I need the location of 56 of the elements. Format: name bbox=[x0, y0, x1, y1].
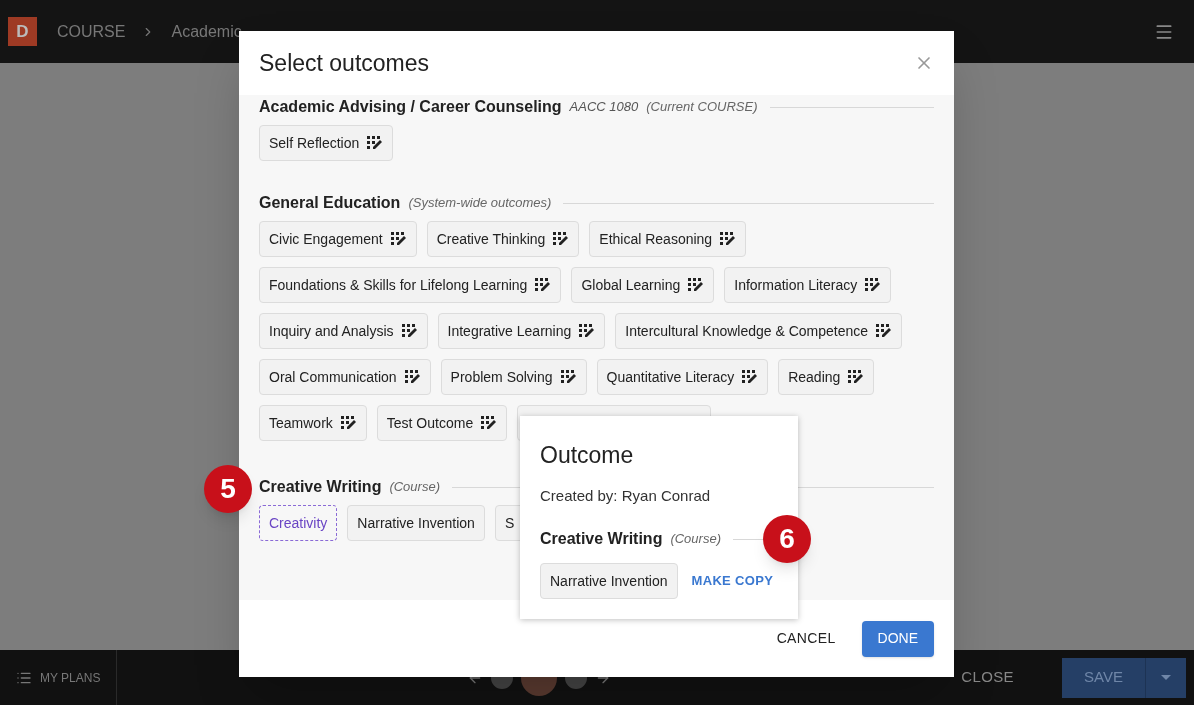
section-title: General Education bbox=[259, 193, 401, 213]
rubric-icon bbox=[560, 370, 577, 384]
rubric-icon bbox=[340, 416, 357, 430]
outcome-chip[interactable]: Self Reflection bbox=[259, 125, 394, 161]
outcome-chip[interactable]: Reading bbox=[778, 359, 875, 395]
section-note: (Course) bbox=[389, 478, 440, 497]
rubric-icon bbox=[481, 416, 498, 430]
rubric-icon bbox=[401, 324, 418, 338]
done-button[interactable]: DONE bbox=[861, 620, 934, 657]
rubric-icon bbox=[579, 324, 596, 338]
outcome-chip[interactable]: Quantitative Literacy bbox=[596, 359, 769, 395]
outcome-chip[interactable]: Creative Thinking bbox=[426, 221, 580, 257]
outcome-chip[interactable]: Foundations & Skills for Lifelong Learning bbox=[259, 267, 562, 303]
outcome-chip[interactable]: Global Learning bbox=[571, 267, 715, 303]
outcome-chip[interactable]: Problem Solving bbox=[440, 359, 587, 395]
outcome-chip[interactable]: Test Outcome bbox=[376, 405, 508, 441]
section-note: (Course) bbox=[670, 530, 721, 549]
course-code: AACC 1080 bbox=[569, 98, 639, 117]
dialog-title: Select outcomes bbox=[259, 48, 430, 78]
rubric-icon bbox=[553, 232, 570, 246]
rubric-icon bbox=[742, 370, 759, 384]
section-title: Creative Writing bbox=[259, 477, 382, 497]
section-title: Academic Advising / Career Counseling bbox=[259, 97, 562, 117]
rubric-icon bbox=[865, 278, 882, 292]
rubric-icon bbox=[720, 232, 737, 246]
popover-title: Outcome bbox=[540, 441, 635, 470]
close-button[interactable]: CLOSE bbox=[961, 666, 1014, 689]
rubric-icon bbox=[688, 278, 705, 292]
outcome-chip[interactable]: Creativity bbox=[259, 505, 338, 541]
caret-icon bbox=[1161, 675, 1171, 680]
rubric-icon bbox=[848, 370, 865, 384]
outcome-chip[interactable]: Narrative Invention bbox=[540, 563, 678, 599]
outcome-chip[interactable]: Oral Communication bbox=[259, 359, 431, 395]
cancel-button[interactable]: CANCEL bbox=[766, 620, 846, 657]
rubric-icon bbox=[876, 324, 893, 338]
outcome-chip[interactable]: Narrative Invention bbox=[347, 505, 485, 541]
make-copy-link[interactable]: MAKE COPY bbox=[691, 571, 774, 591]
section-note: (Current COURSE) bbox=[646, 98, 758, 117]
outcome-chip[interactable]: Intercultural Knowledge & Competence bbox=[615, 313, 903, 349]
created-by-text: Created by: Ryan Conrad bbox=[540, 485, 712, 506]
section-note: (System-wide outcomes) bbox=[408, 194, 552, 213]
my-plans-link[interactable]: MY PLANS bbox=[40, 668, 101, 687]
rubric-icon bbox=[390, 232, 407, 246]
breadcrumb-item[interactable]: COURSE bbox=[57, 19, 126, 44]
outcome-chip[interactable]: Inquiry and Analysis bbox=[259, 313, 428, 349]
section-title: Creative Writing bbox=[540, 529, 663, 549]
rubric-icon bbox=[367, 136, 384, 150]
outcome-chip[interactable]: Ethical Reasoning bbox=[589, 221, 747, 257]
outcome-chip[interactable]: Integrative Learning bbox=[437, 313, 606, 349]
rubric-icon bbox=[404, 370, 421, 384]
outcome-chip[interactable]: Civic Engagement bbox=[259, 221, 417, 257]
outcome-chip[interactable]: Information Literacy bbox=[724, 267, 892, 303]
outcome-chip[interactable]: Teamwork bbox=[259, 405, 367, 441]
rubric-icon bbox=[535, 278, 552, 292]
logo[interactable]: D bbox=[8, 17, 37, 46]
breadcrumb-item[interactable]: Academic bbox=[171, 19, 242, 44]
